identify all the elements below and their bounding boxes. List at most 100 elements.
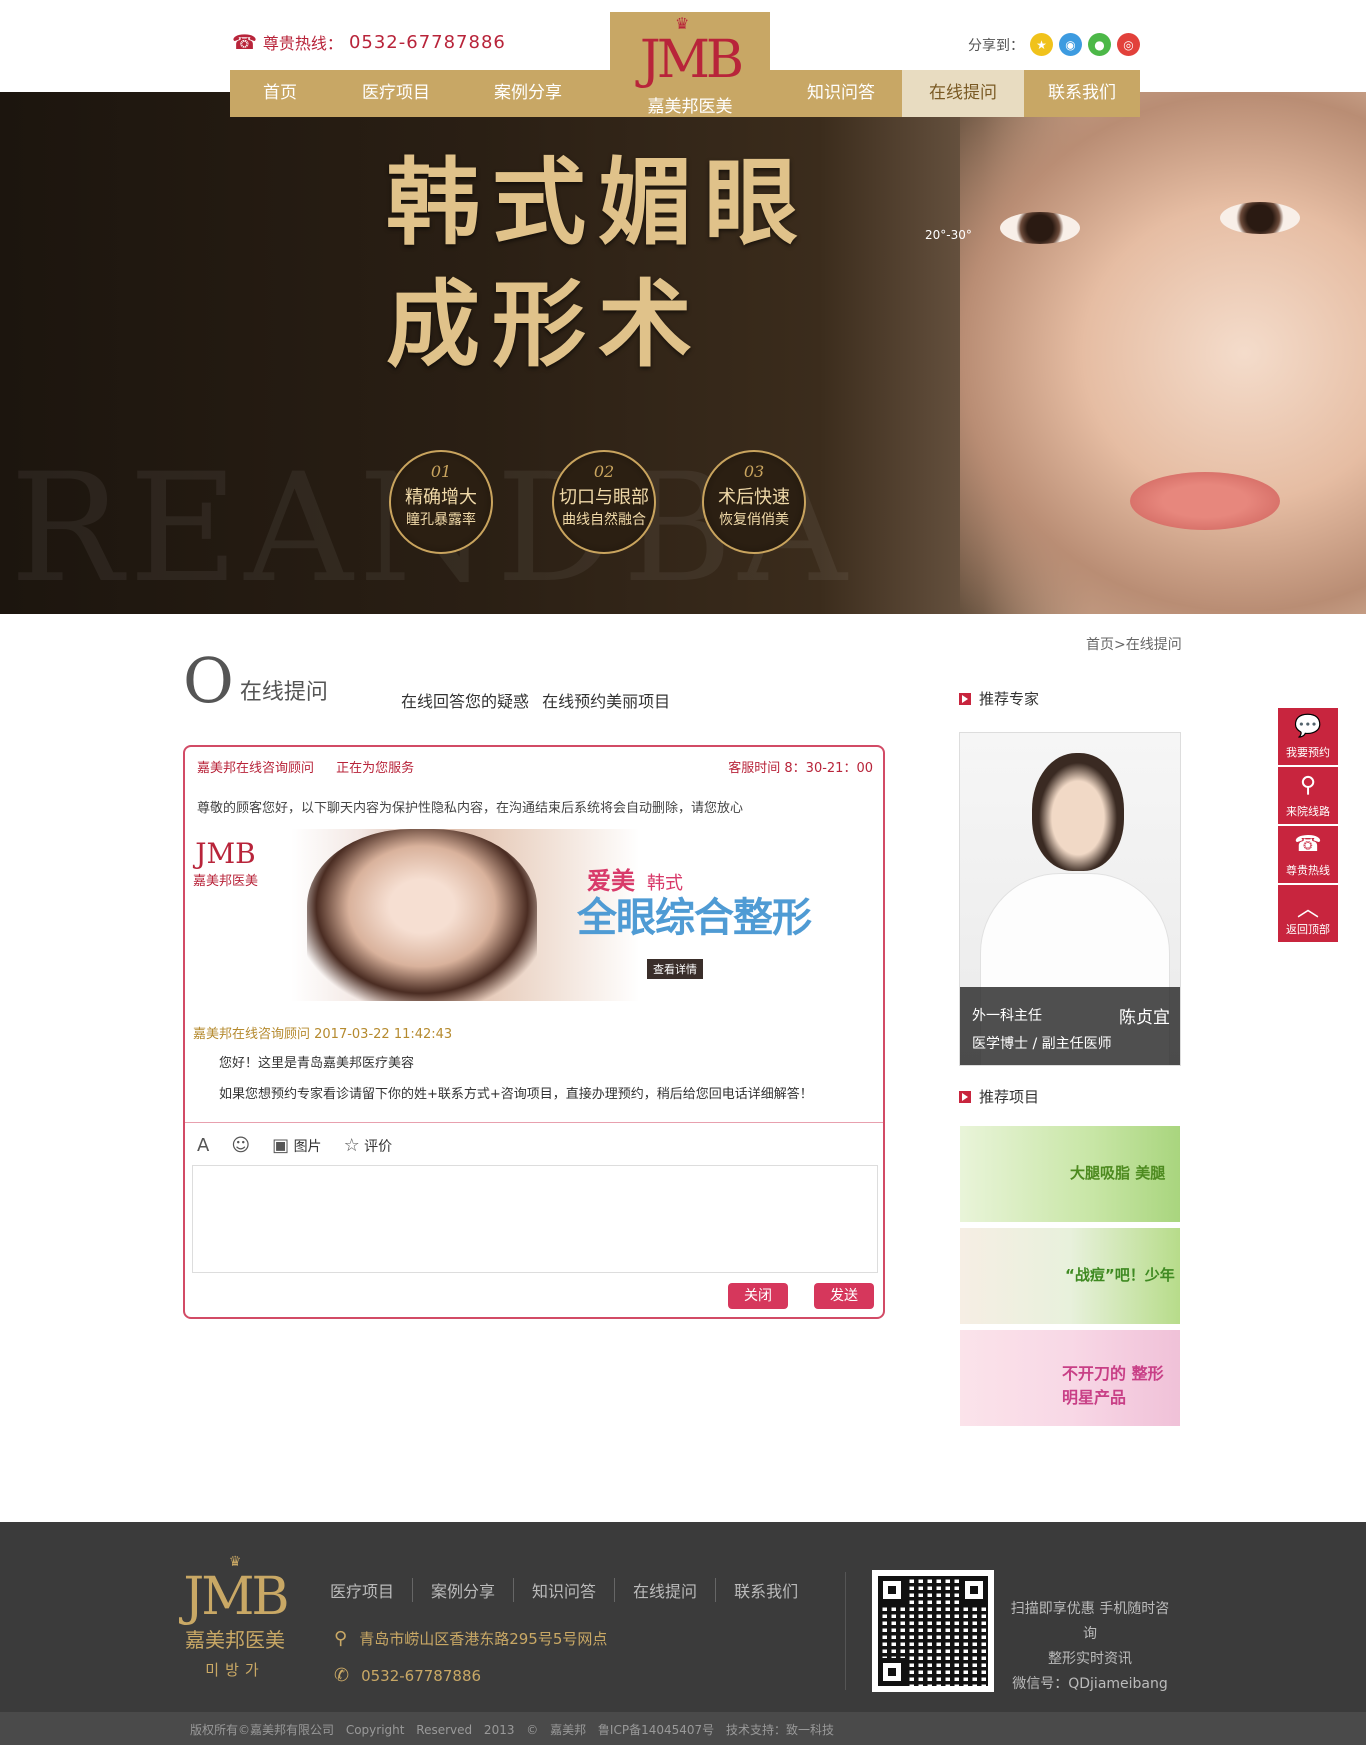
chat-header: 嘉美邦在线咨询顾问 正在为您服务	[197, 757, 432, 776]
ad-headline: 全眼综合整形	[577, 895, 812, 941]
weibo-icon[interactable]: ◎	[1117, 33, 1140, 56]
page-title-text: 在线提问	[239, 680, 328, 705]
breadcrumb[interactable]: 首页>在线提问	[1086, 634, 1182, 654]
ad-model-image	[307, 829, 537, 1001]
footer-logo: ♛ JMB 嘉美邦医美 미방가	[180, 1554, 290, 1680]
hotline-label: 尊贵热线：	[262, 34, 343, 53]
nav-item-home[interactable]: 首页	[230, 70, 330, 117]
page-title-initial: O	[183, 644, 234, 717]
site-logo[interactable]: ♛ JMB 嘉美邦医美	[610, 12, 770, 117]
footer-link-cases[interactable]: 案例分享	[413, 1578, 515, 1602]
image-icon: ▣	[272, 1135, 290, 1156]
star-icon[interactable]: ★	[1030, 33, 1053, 56]
hotline: ☎ 尊贵热线： 0532-67787886	[232, 30, 506, 54]
chat-window: 嘉美邦在线咨询顾问 正在为您服务 客服时间 8：30-21：00 尊敬的顾客您好…	[183, 745, 885, 1319]
footer-link-qa[interactable]: 知识问答	[514, 1578, 616, 1602]
nav-item-contact[interactable]: 联系我们	[1024, 70, 1140, 117]
qq-icon[interactable]: ◉	[1059, 33, 1082, 56]
feature-badge-1: 01 精确增大 瞳孔暴露率	[389, 450, 493, 554]
logo-mark: JMB	[639, 30, 744, 90]
banner-title: 韩式媚眼 成形术	[386, 142, 810, 386]
share-label: 分享到：	[968, 37, 1024, 54]
phone-icon: ☎	[232, 30, 257, 54]
service-hours: 客服时间 8：30-21：00	[728, 761, 873, 776]
chat-divider	[185, 1122, 883, 1123]
copyright-text: 版权所有©嘉美邦有限公司 Copyright Reserved 2013 © 嘉…	[190, 1723, 834, 1737]
project-card-3[interactable]: 不开刀的 整形明星产品	[960, 1330, 1180, 1426]
expert-photo	[1032, 753, 1124, 871]
ad-logo: JMB 嘉美邦医美	[193, 837, 259, 889]
float-item-hotline[interactable]: ☎ 尊贵热线	[1278, 826, 1338, 883]
image-button[interactable]: ▣ 图片	[272, 1135, 321, 1156]
footer-links: 医疗项目 案例分享 知识问答 在线提问 联系我们	[330, 1578, 816, 1602]
hotline-number: 0532-67787886	[348, 31, 506, 53]
footer-divider	[845, 1572, 846, 1690]
footer-link-contact[interactable]: 联系我们	[716, 1578, 816, 1602]
consultant-name: 嘉美邦在线咨询顾问	[197, 761, 315, 776]
model-eye-left	[1000, 212, 1080, 244]
expert-card[interactable]: 外一科主任 陈贞宜 医学博士 / 副主任医师	[959, 732, 1181, 1066]
page-subtitle: 在线回答您的疑惑 在线预约美丽项目	[401, 692, 671, 711]
footer-link-online-ask[interactable]: 在线提问	[615, 1578, 717, 1602]
close-button[interactable]: 关闭	[728, 1283, 788, 1309]
privacy-notice: 尊敬的顾客您好，以下聊天内容为保护性隐私内容，在沟通结束后系统将会自动删除，请您…	[197, 801, 744, 816]
project-card-2[interactable]: “战痘”吧！少年	[960, 1228, 1180, 1324]
footer-address: ⚲ 青岛市崂山区香港东路295号5号网点	[334, 1628, 608, 1649]
location-pin-icon: ⚲	[334, 1628, 348, 1649]
message-line-2: 如果您想预约专家看诊请留下你的姓+联系方式+咨询项目，直接办理预约，稍后给您回电…	[219, 1087, 813, 1102]
share-bar: 分享到： ★ ◉ ● ◎	[968, 33, 1140, 56]
banner-title-line1: 韩式媚眼	[386, 148, 811, 258]
send-button[interactable]: 发送	[814, 1283, 874, 1309]
nav-item-cases[interactable]: 案例分享	[462, 70, 594, 117]
expert-caption: 外一科主任 陈贞宜 医学博士 / 副主任医师	[960, 987, 1180, 1065]
expert-degree: 医学博士 / 副主任医师	[972, 1036, 1112, 1052]
nav-item-online-ask[interactable]: 在线提问	[902, 70, 1024, 117]
phone-icon: ☎	[1294, 832, 1322, 857]
font-icon[interactable]: A	[197, 1135, 209, 1156]
float-item-back-to-top[interactable]: ︿ 返回顶部	[1278, 885, 1338, 942]
phone-icon: ✆	[334, 1665, 350, 1686]
model-eye-right	[1220, 202, 1300, 234]
banner-title-line2: 成形术	[386, 270, 705, 380]
expert-name: 陈贞宜	[1119, 1008, 1170, 1028]
star-outline-icon: ☆	[343, 1135, 360, 1156]
chat-toolbar: A ☺ ▣ 图片 ☆ 评价	[197, 1135, 392, 1156]
emoji-icon[interactable]: ☺	[231, 1135, 250, 1156]
model-face-image	[960, 92, 1366, 614]
feature-badge-2: 02 切口与眼部 曲线自然融合	[552, 450, 656, 554]
expert-heading: 推荐专家	[959, 688, 1039, 709]
chevron-up-icon: ︿	[1296, 897, 1319, 922]
angle-label: 20°-30°	[925, 228, 972, 242]
wechat-icon[interactable]: ●	[1088, 33, 1111, 56]
copyright-bar: 版权所有©嘉美邦有限公司 Copyright Reserved 2013 © 嘉…	[0, 1712, 1366, 1745]
wechat-qr-code	[872, 1570, 994, 1692]
feature-badge-3: 03 术后快速 恢复俏俏美	[702, 450, 806, 554]
message-input[interactable]	[192, 1165, 878, 1273]
ad-detail-button[interactable]: 查看详情	[647, 959, 703, 979]
play-marker-icon	[959, 1090, 971, 1103]
page: ☎ 尊贵热线： 0532-67787886 分享到： ★ ◉ ● ◎ REAND…	[0, 0, 1366, 1745]
expert-role: 外一科主任	[972, 1008, 1042, 1024]
footer: ♛ JMB 嘉美邦医美 미방가 医疗项目 案例分享 知识问答 在线提问 联系我们…	[0, 1522, 1366, 1712]
hero-banner[interactable]: REANDBA 20°-30° 韩式媚眼 成形术 01 精确增大 瞳孔暴露率 0…	[0, 92, 1366, 614]
chat-bubble-icon: 💬	[1294, 714, 1322, 739]
qr-caption: 扫描即享优惠 手机随时咨询 整形实时资讯 微信号：QDjiameibang	[1010, 1601, 1170, 1692]
float-item-booking[interactable]: 💬 我要预约	[1278, 708, 1338, 765]
message-meta: 嘉美邦在线咨询顾问 2017-03-22 11:42:43	[193, 1027, 453, 1042]
nav-item-medical-projects[interactable]: 医疗项目	[330, 70, 462, 117]
project-card-1[interactable]: 大腿吸脂 美腿	[960, 1126, 1180, 1222]
floating-toolbar: 💬 我要预约 ⚲ 来院线路 ☎ 尊贵热线 ︿ 返回顶部	[1278, 708, 1338, 944]
float-item-route[interactable]: ⚲ 来院线路	[1278, 767, 1338, 824]
logo-name: 嘉美邦医美	[647, 97, 733, 117]
project-heading: 推荐项目	[959, 1086, 1039, 1107]
chat-status: 正在为您服务	[336, 761, 415, 776]
footer-link-medical[interactable]: 医疗项目	[330, 1578, 414, 1602]
rate-button[interactable]: ☆ 评价	[344, 1135, 393, 1156]
page-title: O 在线提问	[183, 650, 328, 712]
nav-item-qa[interactable]: 知识问答	[780, 70, 902, 117]
location-pin-icon: ⚲	[1299, 773, 1317, 798]
footer-phone: ✆ 0532-67787886	[334, 1665, 482, 1686]
message-line-1: 您好！这里是青岛嘉美邦医疗美容	[219, 1056, 415, 1071]
model-lips	[1130, 472, 1280, 530]
promo-ad-image[interactable]: JMB 嘉美邦医美 爱美 韩式 全眼综合整形 查看详情	[187, 829, 883, 1001]
